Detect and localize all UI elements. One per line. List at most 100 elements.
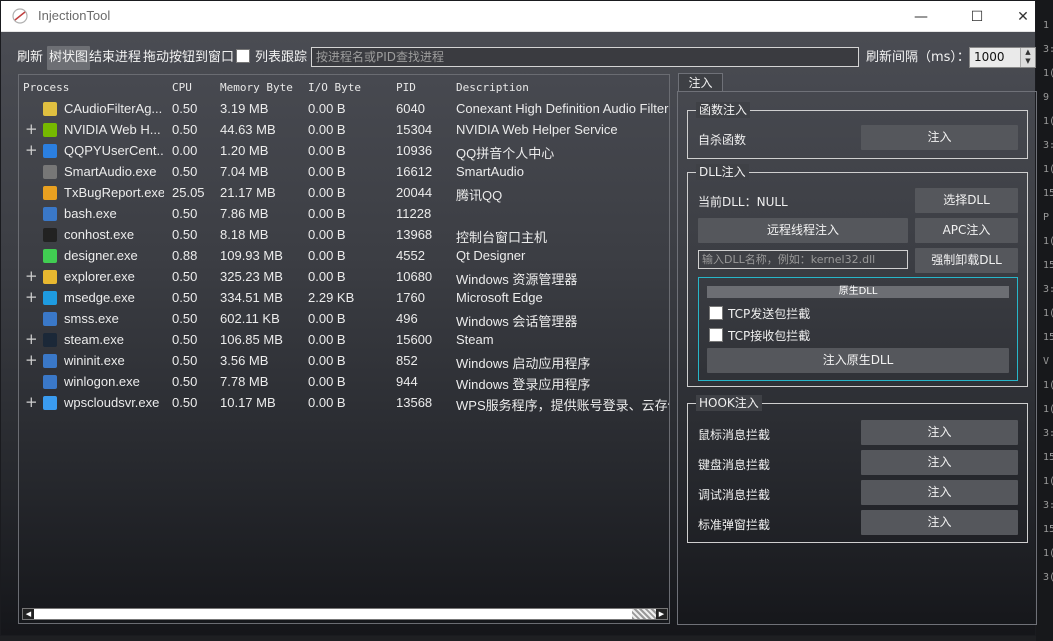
column-header-process[interactable]: Process [23,81,69,95]
checkbox-box[interactable] [709,328,723,342]
tab-inject[interactable]: 注入 [678,73,723,92]
desktop-strip-text: 1( [1043,548,1053,559]
desktop-strip-text: 3: [1043,44,1053,55]
scroll-thumb[interactable] [632,609,656,619]
cell-pid: 15600 [396,332,433,347]
process-row[interactable]: + wpscloudsvr.exe 0.50 10.17 MB 0.00 B 13568 W… [19,393,669,414]
inject-native-dll-button[interactable]: 注入原生DLL [707,348,1009,373]
cell-desc: Qt Designer [456,248,526,263]
desktop-strip-text: 15 [1043,332,1053,343]
column-header-pid[interactable]: PID [396,81,416,95]
cell-desc: SmartAudio [456,164,524,179]
end-process-button[interactable]: 结束进程 [89,46,141,70]
tcp-recv-checkbox[interactable]: TCP接收包拦截 [709,327,810,344]
desktop-strip-text: 1( [1043,164,1053,175]
expand-icon[interactable]: + [25,290,38,305]
hook-label: 鼠标消息拦截 [698,428,771,442]
tree-view-button[interactable]: 树状图 [47,46,91,70]
column-header-memory[interactable]: Memory Byte [220,81,293,95]
cell-cpu: 0.50 [172,206,198,221]
expand-icon[interactable]: + [25,353,38,368]
window-app-icon [43,354,57,368]
expand-icon[interactable]: + [25,143,38,158]
cell-name: designer.exe [64,248,138,263]
toolbar: 刷新 树状图 结束进程 拖动按钮到窗口 列表跟踪 按进程名或PID查找进程 刷新… [17,46,1037,70]
hook-inject-button[interactable]: 注入 [861,420,1018,445]
cell-desc: Windows 启动应用程序 [456,356,591,371]
hook-inject-button[interactable]: 注入 [861,450,1018,475]
force-unload-dll-button[interactable]: 强制卸载DLL [915,248,1018,273]
desktop-strip-text: 15 [1043,188,1053,199]
process-row[interactable]: smss.exe 0.50 602.11 KB 0.00 B 496 Windows 会话… [19,309,669,330]
process-tree[interactable]: Process CPU Memory Byte I/O Byte PID Des… [18,74,670,624]
minimize-button[interactable]: — [898,1,944,32]
column-header-description[interactable]: Description [456,81,529,95]
column-header-cpu[interactable]: CPU [172,81,192,95]
refresh-interval-spinbox[interactable]: 1000 ▲ ▼ [969,47,1036,68]
cell-pid: 944 [396,374,418,389]
horizontal-scrollbar[interactable]: ◀ ▶ [22,608,668,620]
process-row[interactable]: bash.exe 0.50 7.86 MB 0.00 B 11228 [19,204,669,225]
checkbox-box[interactable] [709,306,723,320]
spin-up-icon[interactable]: ▲ [1021,48,1035,57]
scroll-right-icon[interactable]: ▶ [656,609,667,619]
title-bar: InjectionTool — ☐ ✕ [1,1,1035,32]
list-tracking-checkbox[interactable]: 列表跟踪 [236,46,307,70]
tcp-send-checkbox[interactable]: TCP发送包拦截 [709,305,810,322]
column-header-io[interactable]: I/O Byte [308,81,361,95]
console-icon [43,228,57,242]
process-row[interactable]: + msedge.exe 0.50 334.51 MB 2.29 KB 1760 Micro… [19,288,669,309]
cell-mem: 3.56 MB [220,353,269,368]
process-row[interactable]: + QQPYUserCent... 0.00 1.20 MB 0.00 B 10936 QQ… [19,141,669,162]
process-row[interactable]: + explorer.exe 0.50 325.23 MB 0.00 B 10680 Win… [19,267,669,288]
dll-name-input[interactable]: 输入DLL名称，例如：kernel32.dll [698,250,908,269]
cell-io: 0.00 B [308,248,346,263]
process-row[interactable]: + NVIDIA Web H... 0.50 44.63 MB 0.00 B 15304 N… [19,120,669,141]
cell-io: 0.00 B [308,101,346,116]
hook-inject-button[interactable]: 注入 [861,510,1018,535]
select-dll-button[interactable]: 选择DLL [915,188,1018,213]
close-button[interactable]: ✕ [1000,1,1046,32]
hook-inject-button[interactable]: 注入 [861,480,1018,505]
process-row[interactable]: SmartAudio.exe 0.50 7.04 MB 0.00 B 16612 Smar… [19,162,669,183]
scroll-left-icon[interactable]: ◀ [23,609,34,619]
drag-to-window-button[interactable]: 拖动按钮到窗口 [143,46,234,70]
process-row[interactable]: + steam.exe 0.50 106.85 MB 0.00 B 15600 Steam [19,330,669,351]
cell-io: 0.00 B [308,332,346,347]
process-row[interactable]: CAudioFilterAg... 0.50 3.19 MB 0.00 B 6040 Co… [19,99,669,120]
cell-pid: 11228 [396,206,432,221]
process-row[interactable]: designer.exe 0.88 109.93 MB 0.00 B 4552 Qt De… [19,246,669,267]
cell-desc: 控制台窗口主机 [456,230,548,245]
cell-mem: 106.85 MB [220,332,283,347]
process-row[interactable]: winlogon.exe 0.50 7.78 MB 0.00 B 944 Windows … [19,372,669,393]
spin-down-icon[interactable]: ▼ [1021,57,1035,66]
cell-name: wpscloudsvr.exe [64,395,160,410]
cell-name: QQPYUserCent... [64,143,164,158]
qq-pinyin-icon [43,144,57,158]
apc-inject-button[interactable]: APC注入 [915,218,1018,243]
cell-desc: Conexant High Definition Audio Filter [456,101,669,116]
cell-cpu: 25.05 [172,185,205,200]
refresh-button[interactable]: 刷新 [17,46,43,70]
remote-thread-inject-button[interactable]: 远程线程注入 [698,218,908,243]
maximize-button[interactable]: ☐ [954,1,1000,32]
checkbox-box[interactable] [236,49,250,63]
expand-icon[interactable]: + [25,269,38,284]
desktop-strip-text: 3: [1043,140,1053,151]
process-search-input[interactable]: 按进程名或PID查找进程 [311,47,859,67]
process-row[interactable]: + wininit.exe 0.50 3.56 MB 0.00 B 852 Windows … [19,351,669,372]
suicide-inject-button[interactable]: 注入 [861,125,1018,150]
expand-icon[interactable]: + [25,332,38,347]
process-row[interactable]: conhost.exe 0.50 8.18 MB 0.00 B 13968 控制台窗口主机 [19,225,669,246]
expand-icon[interactable]: + [25,122,38,137]
desktop-strip-text: 15 [1043,452,1053,463]
dll-inject-group: DLL注入 当前DLL：NULL 选择DLL 远程线程注入 APC注入 输入DL… [687,164,1028,387]
desktop-strip-text: 9 [1043,92,1050,103]
window-app-icon [43,375,57,389]
cell-pid: 852 [396,353,418,368]
tcp-recv-label: TCP接收包拦截 [728,329,811,343]
hook-label: 调试消息拦截 [698,488,771,502]
expand-icon[interactable]: + [25,395,38,410]
spin-arrows[interactable]: ▲ ▼ [1020,48,1035,67]
process-row[interactable]: TxBugReport.exe 25.05 21.17 MB 0.00 B 20044 腾… [19,183,669,204]
